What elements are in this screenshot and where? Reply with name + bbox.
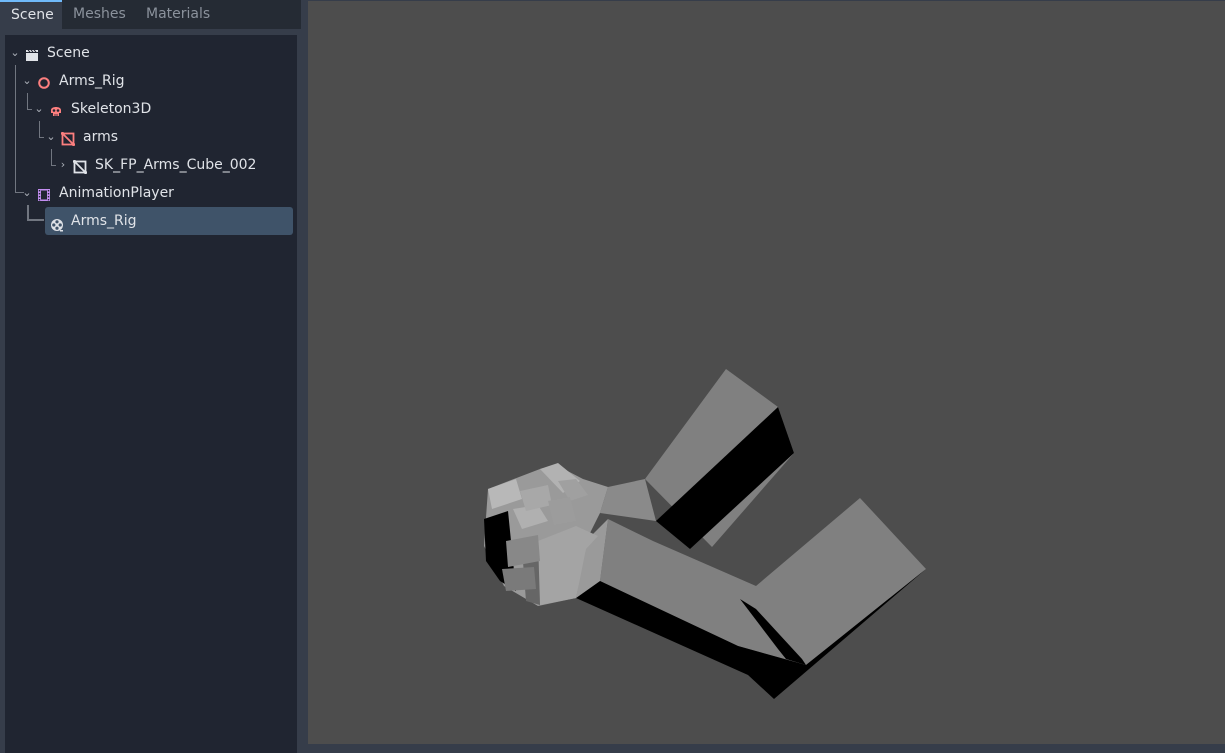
node3d-circle-icon: [37, 74, 51, 89]
expand-arrow-icon[interactable]: ›: [58, 153, 68, 177]
tab-scene[interactable]: Scene: [0, 0, 62, 29]
import-preview-panel: Scene Meshes Materials ⌄ Scene ⌄ Arms_Ri…: [0, 0, 301, 753]
tree-item-label: Arms_Rig: [71, 213, 137, 229]
tree-item-arms[interactable]: ⌄ arms: [5, 125, 297, 149]
tree-item-label: Arms_Rig: [59, 73, 125, 89]
collapse-arrow-icon[interactable]: ⌄: [22, 181, 32, 205]
collapse-arrow-icon[interactable]: ⌄: [34, 97, 44, 121]
collapse-arrow-icon[interactable]: ⌄: [46, 125, 56, 149]
tree-item-label: SK_FP_Arms_Cube_002: [95, 157, 257, 173]
tree-item-label: AnimationPlayer: [59, 185, 174, 201]
tree-item-label: Scene: [47, 45, 90, 61]
collapse-arrow-icon[interactable]: ⌄: [10, 41, 20, 65]
arms-model-preview: [484, 369, 926, 699]
tab-meshes[interactable]: Meshes: [62, 0, 135, 29]
forearm-mesh: [576, 498, 926, 699]
scene-clapper-icon: [25, 46, 39, 61]
scene-tree[interactable]: ⌄ Scene ⌄ Arms_Rig ⌄ Skeleton3D ⌄ arms ›…: [5, 35, 297, 753]
animation-reel-icon: [50, 214, 64, 232]
tree-item-arms-rig[interactable]: ⌄ Arms_Rig: [5, 69, 297, 93]
tree-item-skeleton3d[interactable]: ⌄ Skeleton3D: [5, 97, 297, 121]
animation-player-film-icon: [37, 186, 51, 201]
3d-preview-viewport[interactable]: [308, 1, 1225, 744]
tab-bar: Scene Meshes Materials: [0, 0, 301, 29]
tree-item-scene[interactable]: ⌄ Scene: [5, 41, 297, 65]
upper-arm-mesh: [600, 369, 794, 549]
tree-item-sk-fp-arms-cube-002[interactable]: › SK_FP_Arms_Cube_002: [5, 153, 297, 177]
skeleton-skull-icon: [49, 102, 63, 116]
mesh-instance-icon: [60, 130, 76, 147]
tree-item-label: Skeleton3D: [71, 101, 152, 117]
viewport-bottom-border: [301, 744, 1225, 753]
tree-item-arms-rig-animation[interactable]: Arms_Rig: [45, 207, 293, 235]
mesh-resource-icon: [72, 158, 88, 175]
tree-guide-line: [27, 219, 44, 221]
tab-materials[interactable]: Materials: [135, 0, 219, 29]
collapse-arrow-icon[interactable]: ⌄: [22, 69, 32, 93]
tree-item-animationplayer[interactable]: ⌄ AnimationPlayer: [5, 181, 297, 205]
tree-item-label: arms: [83, 129, 119, 145]
